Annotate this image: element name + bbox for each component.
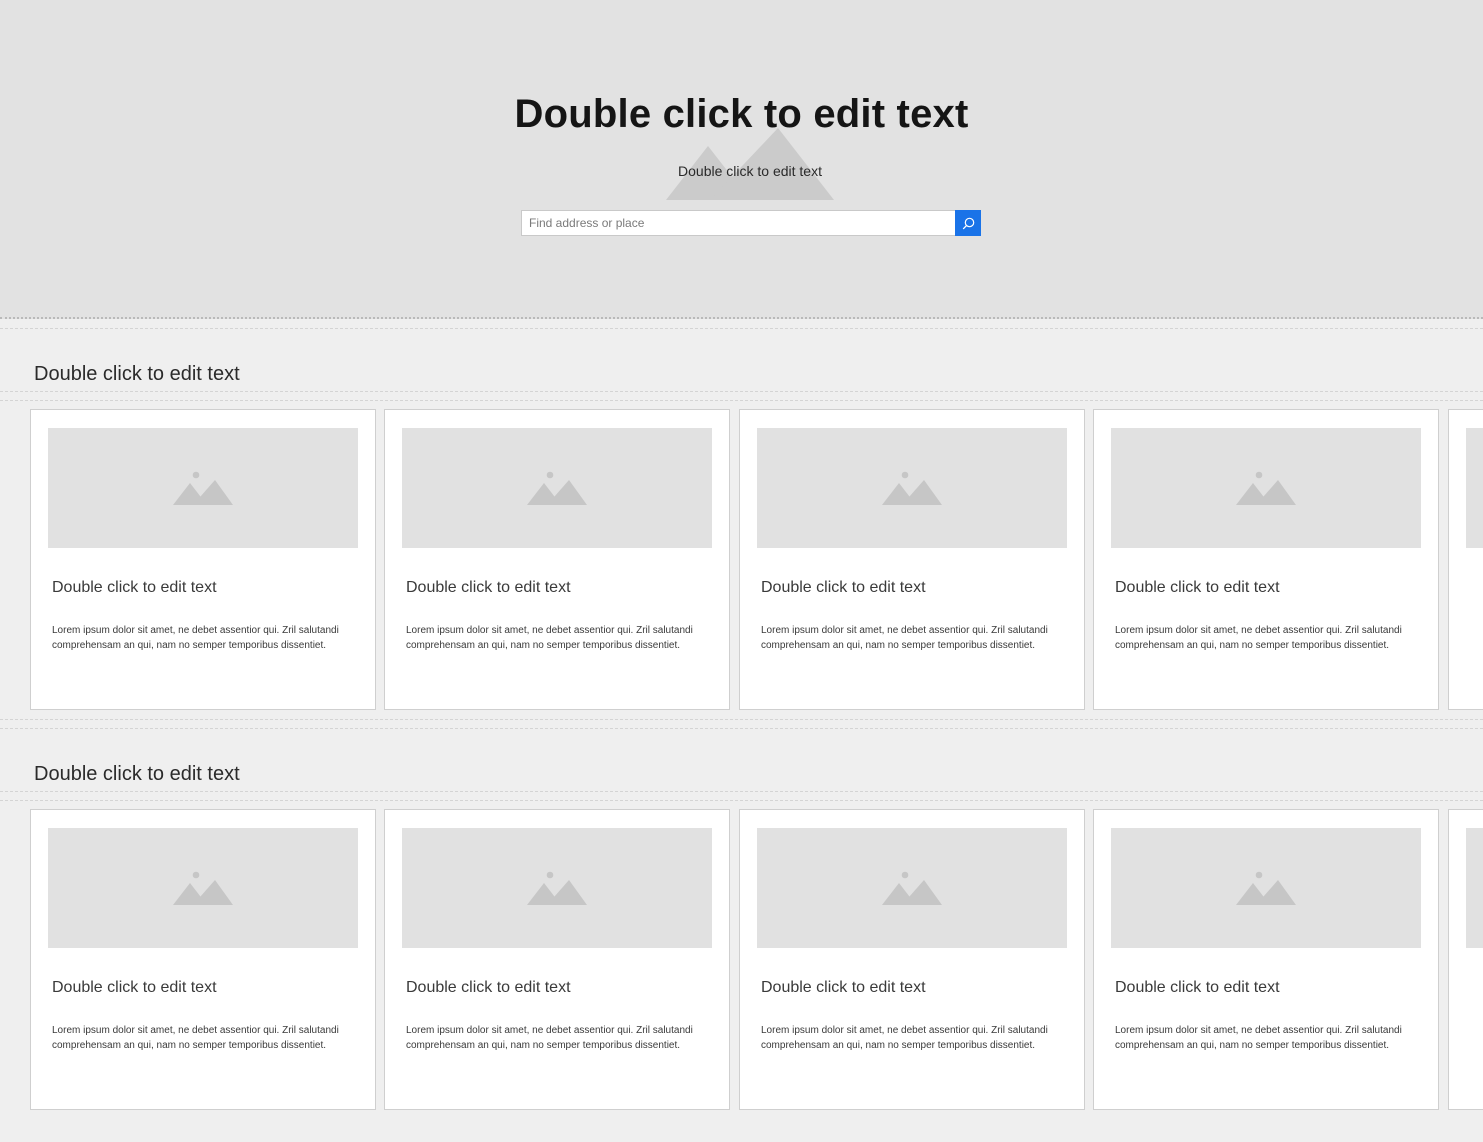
section-guide bbox=[0, 328, 1483, 329]
image-placeholder-icon bbox=[882, 871, 942, 905]
card-title[interactable]: Double click to edit text bbox=[761, 579, 926, 597]
card[interactable]: Double click to edit text Lorem ipsum do… bbox=[384, 409, 730, 710]
section-guide bbox=[0, 800, 1483, 801]
card-row: Double click to edit text Lorem ipsum do… bbox=[30, 409, 1483, 710]
card[interactable]: Double click to edit text Lorem ipsum do… bbox=[1093, 409, 1439, 710]
image-placeholder-icon bbox=[1236, 871, 1296, 905]
card-image-placeholder[interactable] bbox=[402, 428, 712, 548]
card-title[interactable]: Double click to edit text bbox=[406, 979, 571, 997]
card-body[interactable]: Lorem ipsum dolor sit amet, ne debet ass… bbox=[52, 624, 352, 653]
search-input[interactable] bbox=[521, 210, 955, 236]
card[interactable]: Double click to edit text Lorem ipsum do… bbox=[739, 809, 1085, 1110]
card-body[interactable]: Lorem ipsum dolor sit amet, ne debet ass… bbox=[1115, 624, 1415, 653]
card-title[interactable]: Double click to edit text bbox=[52, 979, 217, 997]
card[interactable]: Double click to edit text Lorem ipsum do… bbox=[30, 809, 376, 1110]
card-image-placeholder[interactable] bbox=[48, 428, 358, 548]
section-guide bbox=[0, 400, 1483, 401]
card-title[interactable]: Double click to edit text bbox=[406, 579, 571, 597]
card-body[interactable]: Lorem ipsum dolor sit amet, ne debet ass… bbox=[406, 1024, 706, 1053]
card-title[interactable]: Double click to edit text bbox=[1115, 579, 1280, 597]
card-image-placeholder[interactable] bbox=[1466, 428, 1483, 548]
card-image-placeholder[interactable] bbox=[48, 828, 358, 948]
section-guide bbox=[0, 728, 1483, 729]
image-placeholder-icon bbox=[527, 471, 587, 505]
image-placeholder-icon bbox=[882, 471, 942, 505]
card[interactable]: Double click to edit text Lorem ipsum do… bbox=[1093, 809, 1439, 1110]
search-button[interactable] bbox=[955, 210, 981, 236]
card-row: Double click to edit text Lorem ipsum do… bbox=[30, 809, 1483, 1110]
card[interactable]: Double click to edit text Lorem ipsum do… bbox=[384, 809, 730, 1110]
image-placeholder-icon bbox=[1236, 471, 1296, 505]
image-placeholder-icon bbox=[527, 871, 587, 905]
card[interactable]: Double click to edit text Lorem ipsum do… bbox=[739, 409, 1085, 710]
search-bar bbox=[521, 210, 981, 236]
card-title[interactable]: Double click to edit text bbox=[761, 979, 926, 997]
card-image-placeholder[interactable] bbox=[402, 828, 712, 948]
section-guide bbox=[0, 391, 1483, 392]
section-title[interactable]: Double click to edit text bbox=[34, 363, 240, 386]
card-body[interactable]: Lorem ipsum dolor sit amet, ne debet ass… bbox=[1115, 1024, 1415, 1053]
hero-title[interactable]: Double click to edit text bbox=[0, 92, 1483, 137]
section-guide bbox=[0, 719, 1483, 720]
search-icon bbox=[962, 217, 974, 229]
card-partial[interactable] bbox=[1448, 809, 1483, 1110]
card-image-placeholder[interactable] bbox=[1111, 428, 1421, 548]
card-title[interactable]: Double click to edit text bbox=[1115, 979, 1280, 997]
card-image-placeholder[interactable] bbox=[757, 828, 1067, 948]
card[interactable]: Double click to edit text Lorem ipsum do… bbox=[30, 409, 376, 710]
hero-banner: Double click to edit text Double click t… bbox=[0, 0, 1483, 319]
section-guide bbox=[0, 791, 1483, 792]
card-image-placeholder[interactable] bbox=[757, 428, 1067, 548]
card-body[interactable]: Lorem ipsum dolor sit amet, ne debet ass… bbox=[761, 624, 1061, 653]
card-image-placeholder[interactable] bbox=[1466, 828, 1483, 948]
card-title[interactable]: Double click to edit text bbox=[52, 579, 217, 597]
card-body[interactable]: Lorem ipsum dolor sit amet, ne debet ass… bbox=[761, 1024, 1061, 1053]
card-image-placeholder[interactable] bbox=[1111, 828, 1421, 948]
card-body[interactable]: Lorem ipsum dolor sit amet, ne debet ass… bbox=[52, 1024, 352, 1053]
card-body[interactable]: Lorem ipsum dolor sit amet, ne debet ass… bbox=[406, 624, 706, 653]
image-placeholder-icon bbox=[173, 471, 233, 505]
section-title[interactable]: Double click to edit text bbox=[34, 763, 240, 786]
image-placeholder-icon bbox=[173, 871, 233, 905]
hero-subtitle[interactable]: Double click to edit text bbox=[0, 163, 1483, 179]
card-partial[interactable] bbox=[1448, 409, 1483, 710]
